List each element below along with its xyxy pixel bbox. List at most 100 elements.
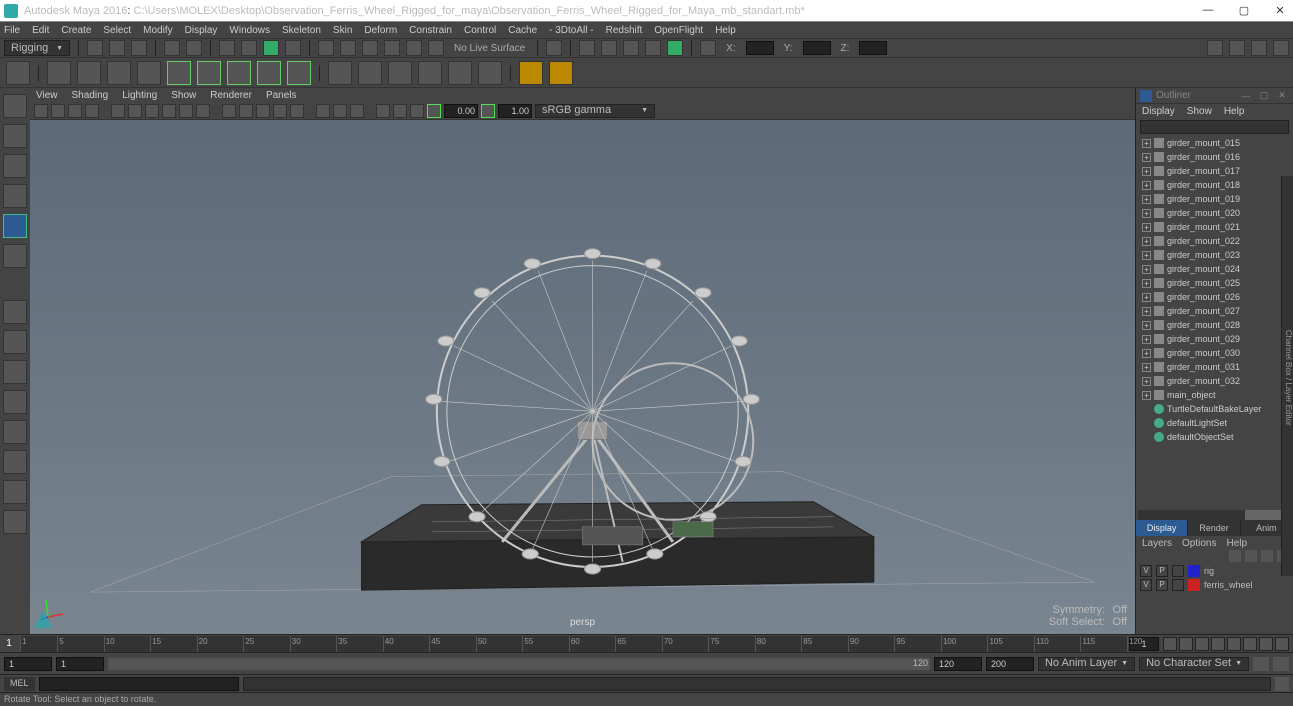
menu-help[interactable]: Help	[715, 25, 736, 36]
layout-persp-icon[interactable]	[3, 480, 27, 504]
view-grid-icon[interactable]	[111, 104, 125, 118]
step-fwd-frame-icon[interactable]	[1243, 637, 1257, 651]
layer-tab-display[interactable]: Display	[1136, 520, 1188, 536]
outliner-item[interactable]: +girder_mount_023	[1136, 248, 1293, 262]
layer-color-swatch[interactable]	[1188, 565, 1200, 577]
snap-plane-icon[interactable]	[384, 40, 400, 56]
menu-create[interactable]: Create	[61, 25, 91, 36]
minimize-button[interactable]: —	[1199, 4, 1217, 17]
menu-constrain[interactable]: Constrain	[409, 25, 452, 36]
scale-tool-icon[interactable]	[3, 244, 27, 268]
outliner-list[interactable]: +girder_mount_015+girder_mount_016+girde…	[1136, 136, 1293, 510]
shelf-item-15-icon[interactable]	[478, 61, 502, 85]
outliner-menu-help[interactable]: Help	[1224, 106, 1245, 117]
soft-select-indicator[interactable]: Soft Select: Off	[1049, 616, 1127, 628]
outliner-item[interactable]: +girder_mount_020	[1136, 206, 1293, 220]
outliner-item[interactable]: +girder_mount_030	[1136, 346, 1293, 360]
panel-menu-view[interactable]: View	[36, 90, 58, 101]
viewport[interactable]: persp Symmetry: Off Soft Select: Off	[30, 120, 1135, 634]
maximize-button[interactable]: ▢	[1235, 4, 1253, 17]
colorspace-selector[interactable]: sRGB gamma▼	[535, 104, 655, 118]
shelf-item-6-icon[interactable]	[197, 61, 221, 85]
tool-settings-toggle-icon[interactable]	[1229, 40, 1245, 56]
layer-color-swatch[interactable]	[1188, 579, 1200, 591]
shelf-item-2-icon[interactable]	[77, 61, 101, 85]
outliner-menu-show[interactable]: Show	[1187, 106, 1212, 117]
layer-display-type[interactable]	[1172, 579, 1184, 591]
view-image-plane-icon[interactable]	[85, 104, 99, 118]
step-back-frame-icon[interactable]	[1195, 637, 1209, 651]
menu-openflight[interactable]: OpenFlight	[654, 25, 703, 36]
go-to-start-icon[interactable]	[1163, 637, 1177, 651]
layer-display-type[interactable]	[1172, 565, 1184, 577]
workspace-selector[interactable]: Rigging▼	[4, 40, 70, 56]
layer-down-icon[interactable]	[1245, 550, 1257, 562]
anim-start-input[interactable]: 1	[4, 657, 52, 671]
expand-icon[interactable]: +	[1142, 153, 1151, 162]
expand-icon[interactable]: +	[1142, 251, 1151, 260]
snap-view-icon[interactable]	[428, 40, 444, 56]
step-fwd-key-icon[interactable]	[1259, 637, 1273, 651]
menu--dtoall-[interactable]: - 3DtoAll -	[549, 25, 593, 36]
shelf-item-17-icon[interactable]	[549, 61, 573, 85]
outliner-item[interactable]: +girder_mount_016	[1136, 150, 1293, 164]
display-layer-row[interactable]: VPferris_wheel	[1136, 578, 1293, 592]
lasso-tool-icon[interactable]	[3, 124, 27, 148]
outliner-item[interactable]: +girder_mount_025	[1136, 276, 1293, 290]
anim-layer-selector[interactable]: No Anim Layer▼	[1038, 657, 1135, 671]
expand-icon[interactable]: +	[1142, 363, 1151, 372]
channel-box-toggle-icon[interactable]	[1251, 40, 1267, 56]
shelf-item-16-icon[interactable]	[519, 61, 543, 85]
view-exposure-icon[interactable]	[376, 104, 390, 118]
outliner-item[interactable]: +girder_mount_021	[1136, 220, 1293, 234]
time-slider[interactable]: 1 15101520253035404550556065707580859095…	[0, 634, 1293, 652]
save-scene-icon[interactable]	[131, 40, 147, 56]
expand-icon[interactable]: +	[1142, 181, 1151, 190]
outliner-minimize-icon[interactable]: —	[1239, 91, 1253, 101]
layer-playback-toggle[interactable]: P	[1156, 565, 1168, 577]
go-to-end-icon[interactable]	[1275, 637, 1289, 651]
construction-history-icon[interactable]	[546, 40, 562, 56]
view-bookmark-icon[interactable]	[68, 104, 82, 118]
hypershade-icon[interactable]	[645, 40, 661, 56]
layout-four-icon[interactable]	[3, 330, 27, 354]
layout-custom-icon[interactable]	[3, 510, 27, 534]
view-film-gate-icon[interactable]	[128, 104, 142, 118]
outliner-item[interactable]: +girder_mount_026	[1136, 290, 1293, 304]
outliner-item[interactable]: +girder_mount_032	[1136, 374, 1293, 388]
layout-single-icon[interactable]	[3, 300, 27, 324]
shelf-item-3-icon[interactable]	[107, 61, 131, 85]
outliner-item[interactable]: +girder_mount_018	[1136, 178, 1293, 192]
layout-two-h-icon[interactable]	[3, 360, 27, 384]
expand-icon[interactable]: +	[1142, 195, 1151, 204]
autokey-toggle-icon[interactable]	[1253, 657, 1269, 671]
paint-select-tool-icon[interactable]	[3, 154, 27, 178]
layout-two-v-icon[interactable]	[3, 390, 27, 414]
close-button[interactable]: ✕	[1271, 4, 1289, 17]
layer-menu-help[interactable]: Help	[1226, 538, 1247, 549]
expand-icon[interactable]: +	[1142, 335, 1151, 344]
playback-end-input[interactable]: 120	[934, 657, 982, 671]
menu-skin[interactable]: Skin	[333, 25, 352, 36]
view-gate-mask-icon[interactable]	[162, 104, 176, 118]
play-backward-icon[interactable]	[1211, 637, 1225, 651]
snap-point-icon[interactable]	[362, 40, 378, 56]
outliner-menu-display[interactable]: Display	[1142, 106, 1175, 117]
expand-icon[interactable]: +	[1142, 209, 1151, 218]
expand-icon[interactable]: +	[1142, 279, 1151, 288]
shelf-item-11-icon[interactable]	[358, 61, 382, 85]
outliner-scrollbar[interactable]	[1138, 510, 1291, 520]
menu-deform[interactable]: Deform	[364, 25, 397, 36]
display-layer-list[interactable]: VPrigVPferris_wheel	[1136, 564, 1293, 634]
outliner-item[interactable]: +main_object	[1136, 388, 1293, 402]
menu-windows[interactable]: Windows	[229, 25, 270, 36]
expand-icon[interactable]: +	[1142, 139, 1151, 148]
outliner-item[interactable]: +girder_mount_019	[1136, 192, 1293, 206]
menu-select[interactable]: Select	[103, 25, 131, 36]
expand-icon[interactable]: +	[1142, 167, 1151, 176]
view-shadows-icon[interactable]	[290, 104, 304, 118]
outliner-maximize-icon[interactable]: ▢	[1257, 90, 1271, 101]
view-isolate-icon[interactable]	[316, 104, 330, 118]
new-scene-icon[interactable]	[87, 40, 103, 56]
panel-menu-lighting[interactable]: Lighting	[122, 90, 157, 101]
